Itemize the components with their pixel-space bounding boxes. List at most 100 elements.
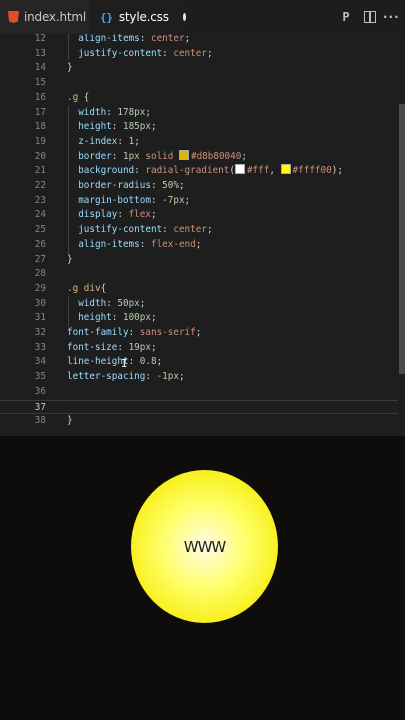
code-line[interactable]: 35 letter-spacing: -1px; bbox=[0, 370, 398, 385]
code-token: center bbox=[173, 47, 207, 59]
code-token: margin-bottom bbox=[78, 194, 151, 206]
code-text: line-height: 0.8; bbox=[67, 355, 162, 370]
code-token: width bbox=[78, 106, 107, 118]
code-token: 185px bbox=[122, 121, 151, 133]
code-token: letter-spacing bbox=[67, 371, 146, 383]
css-file-icon: {} bbox=[100, 10, 113, 24]
code-line[interactable]: 36 bbox=[0, 385, 398, 400]
line-number: 37 bbox=[34, 401, 46, 413]
color-swatch-icon[interactable] bbox=[280, 164, 291, 175]
line-number: 29 bbox=[34, 282, 46, 294]
code-line[interactable]: 14} bbox=[0, 61, 398, 76]
code-line[interactable]: 29 .g div{ bbox=[0, 282, 398, 297]
code-line[interactable]: 27} bbox=[0, 253, 398, 268]
line-number: 15 bbox=[34, 77, 46, 89]
code-line[interactable]: 24 display: flex; bbox=[0, 208, 398, 223]
split-editor-icon[interactable] bbox=[364, 11, 376, 23]
editor-scrollbar[interactable] bbox=[399, 104, 405, 374]
code-line[interactable]: 21 background: radial-gradient(#fff, #fff… bbox=[0, 164, 398, 179]
code-token: radial-gradient bbox=[145, 165, 230, 177]
code-token: 100px bbox=[122, 312, 151, 324]
code-line[interactable]: 18 height: 185px; bbox=[0, 120, 398, 135]
more-actions-icon[interactable]: ··· bbox=[383, 10, 399, 24]
code-token: ; bbox=[134, 135, 140, 147]
code-text: justify-content: center; bbox=[78, 47, 212, 62]
tab-style-css[interactable]: {} style.css bbox=[92, 0, 186, 34]
code-token: : bbox=[117, 209, 129, 221]
code-line[interactable]: 22 border-radius: 50%; bbox=[0, 179, 398, 194]
code-token: } bbox=[67, 415, 73, 427]
code-line[interactable]: 12 align-items: center; bbox=[0, 34, 398, 47]
code-token: align-items bbox=[78, 238, 140, 250]
code-token: ; bbox=[156, 356, 163, 368]
code-token: 19px bbox=[128, 341, 151, 353]
code-line[interactable]: 17 width: 178px; bbox=[0, 106, 398, 121]
code-text: align-items: flex-end; bbox=[78, 238, 201, 253]
code-editor[interactable]: 12 align-items: center; 13 justify-content:… bbox=[0, 34, 405, 436]
code-line[interactable]: 28 bbox=[0, 267, 398, 282]
code-text: font-size: 19px; bbox=[67, 341, 157, 356]
tab-label: style.css bbox=[118, 10, 169, 24]
code-line[interactable]: 38} bbox=[0, 414, 398, 429]
tab-index-html[interactable]: index.html bbox=[0, 0, 90, 34]
line-number: 33 bbox=[34, 341, 46, 353]
code-token: justify-content bbox=[78, 224, 163, 236]
line-number: 12 bbox=[34, 34, 46, 44]
code-text: z-index: 1; bbox=[78, 135, 140, 150]
yellow-gradient-circle: WWW bbox=[131, 470, 278, 623]
line-number: 34 bbox=[34, 356, 46, 368]
code-token: { bbox=[100, 282, 107, 294]
code-token: ; bbox=[150, 341, 157, 353]
code-line[interactable]: 16 .g { bbox=[0, 91, 398, 106]
code-text: } bbox=[67, 61, 73, 76]
code-line[interactable]: 25 justify-content: center; bbox=[0, 223, 398, 238]
code-token: : bbox=[162, 224, 174, 236]
code-line[interactable]: 30 width: 50px; bbox=[0, 297, 398, 312]
code-token: flex bbox=[128, 209, 151, 221]
open-preview-icon[interactable]: P bbox=[339, 10, 353, 24]
code-line[interactable]: 32 font-family: sans-serif; bbox=[0, 326, 398, 341]
code-token: ; bbox=[150, 312, 157, 324]
line-number: 30 bbox=[34, 297, 46, 309]
line-number: 23 bbox=[34, 194, 46, 206]
code-token: : bbox=[150, 194, 163, 206]
code-line[interactable]: 37 bbox=[0, 399, 398, 415]
code-line[interactable]: 15 bbox=[0, 76, 398, 91]
color-swatch-icon[interactable] bbox=[234, 164, 245, 175]
code-token: #fff bbox=[246, 165, 270, 177]
code-token: justify-content bbox=[78, 47, 163, 59]
line-number: 26 bbox=[34, 238, 46, 250]
code-token: .g bbox=[67, 91, 79, 103]
code-token: sans-serif bbox=[139, 327, 196, 338]
code-text: } bbox=[67, 414, 73, 429]
code-text: width: 50px; bbox=[78, 297, 145, 312]
code-token: height bbox=[78, 121, 112, 133]
circle-text: WWW bbox=[183, 537, 226, 556]
code-line[interactable]: 31 height: 100px; bbox=[0, 311, 398, 326]
code-token: : bbox=[162, 47, 174, 59]
code-token: height bbox=[78, 312, 112, 324]
code-line[interactable]: 23 margin-bottom: -7px; bbox=[0, 194, 398, 209]
code-token: : bbox=[106, 297, 118, 309]
code-token: -1px bbox=[156, 371, 179, 383]
color-swatch-icon[interactable] bbox=[178, 149, 189, 160]
code-token: line-height bbox=[67, 356, 129, 368]
unsaved-changes-dot-icon[interactable] bbox=[182, 13, 186, 21]
code-token: font-family bbox=[67, 327, 129, 338]
code-line[interactable]: 34 line-height: 0.8; bbox=[0, 355, 398, 370]
code-token: : bbox=[111, 121, 123, 133]
code-line[interactable]: 26 align-items: flex-end; bbox=[0, 238, 398, 253]
line-number: 31 bbox=[34, 312, 46, 324]
code-line[interactable]: 20 border: 1px solid #d8b80040; bbox=[0, 149, 398, 165]
code-token: ; bbox=[184, 194, 191, 206]
code-line[interactable]: 33 font-size: 19px; bbox=[0, 341, 398, 356]
code-line[interactable]: 13 justify-content: center; bbox=[0, 47, 398, 62]
code-line[interactable]: 19 z-index: 1; bbox=[0, 135, 398, 150]
code-token: : bbox=[106, 106, 118, 118]
code-token: flex-end bbox=[150, 238, 196, 250]
code-text: font-family: sans-serif; bbox=[67, 326, 201, 341]
code-token: : bbox=[111, 150, 123, 162]
code-token: ; bbox=[178, 371, 185, 383]
code-token: #ffff00 bbox=[292, 165, 332, 177]
line-number: 24 bbox=[34, 209, 46, 221]
